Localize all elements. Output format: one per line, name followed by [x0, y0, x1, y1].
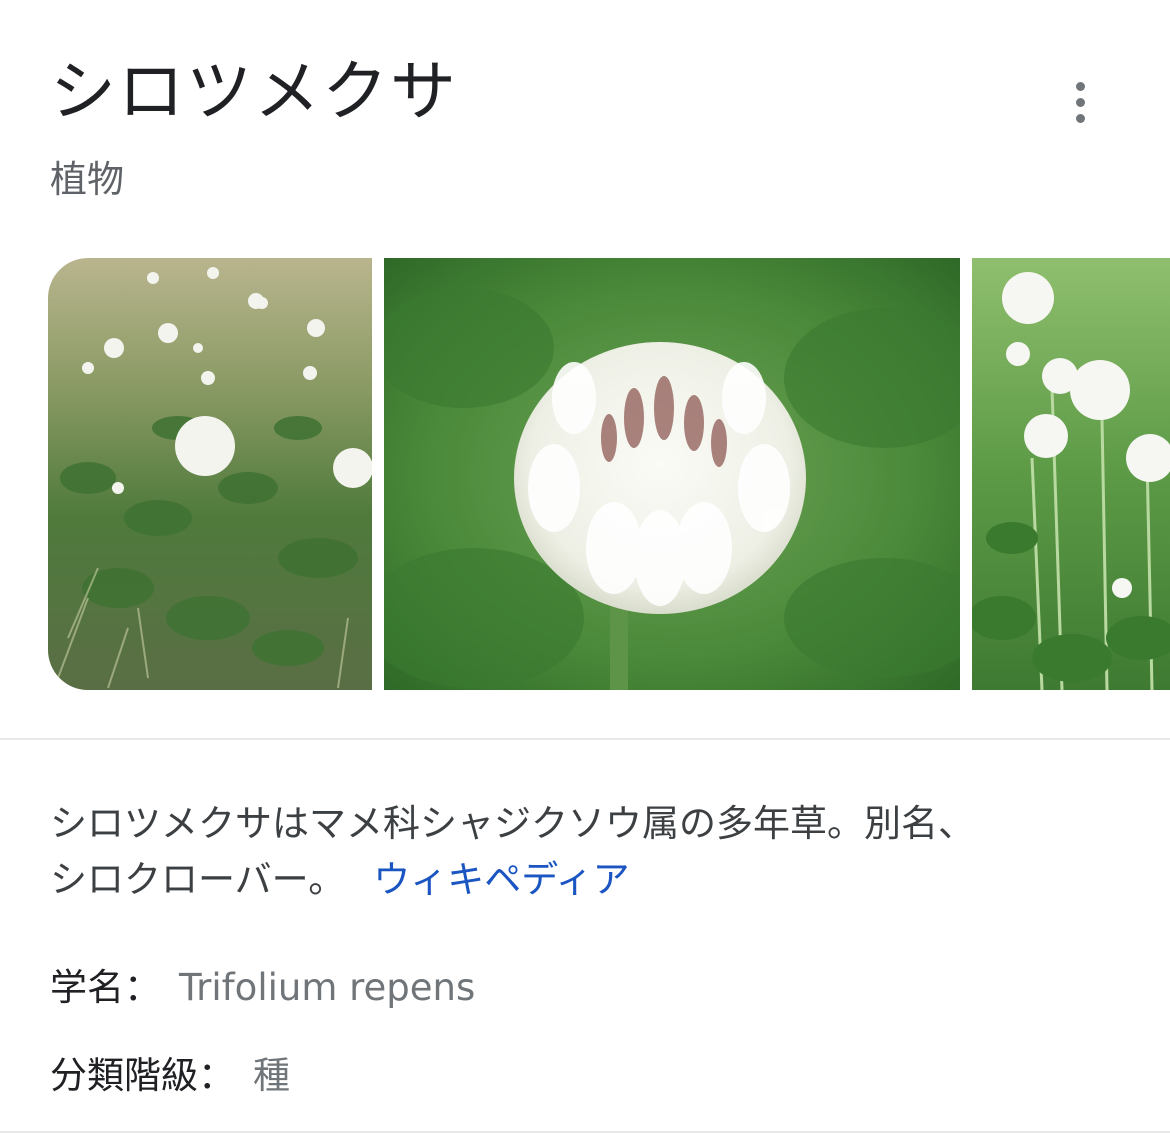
clover-flower-closeup-image[interactable] [384, 258, 960, 690]
wikipedia-link[interactable]: ウィキペディア [373, 858, 629, 901]
section-divider [0, 738, 1170, 740]
fact-label: 学名： [50, 966, 161, 1009]
more-vert-icon [1075, 81, 1085, 91]
fact-label: 分類階級： [50, 1054, 235, 1097]
clover-meadow-image[interactable] [48, 258, 372, 690]
description-text-continued: シロクローバー。 [50, 858, 346, 901]
clover-field-image[interactable] [972, 258, 1170, 690]
more-options-button[interactable] [1054, 76, 1106, 128]
fact-value[interactable]: 種 [253, 1054, 290, 1097]
image-carousel[interactable] [48, 258, 1170, 690]
fact-value: Trifolium repens [179, 966, 476, 1009]
fact-taxonomic-rank: 分類階級： 種 [50, 1052, 290, 1100]
panel-subtitle: 植物 [50, 158, 124, 201]
fact-scientific-name: 学名： Trifolium repens [50, 964, 475, 1012]
description-text: シロツメクサはマメ科シャジクソウ属の多年草。別名、 [50, 802, 975, 845]
panel-title: シロツメクサ [50, 53, 458, 130]
description: シロツメクサはマメ科シャジクソウ属の多年草。別名、 シロクローバー。 ウィキペディ… [50, 796, 1130, 908]
bottom-divider [0, 1131, 1170, 1133]
